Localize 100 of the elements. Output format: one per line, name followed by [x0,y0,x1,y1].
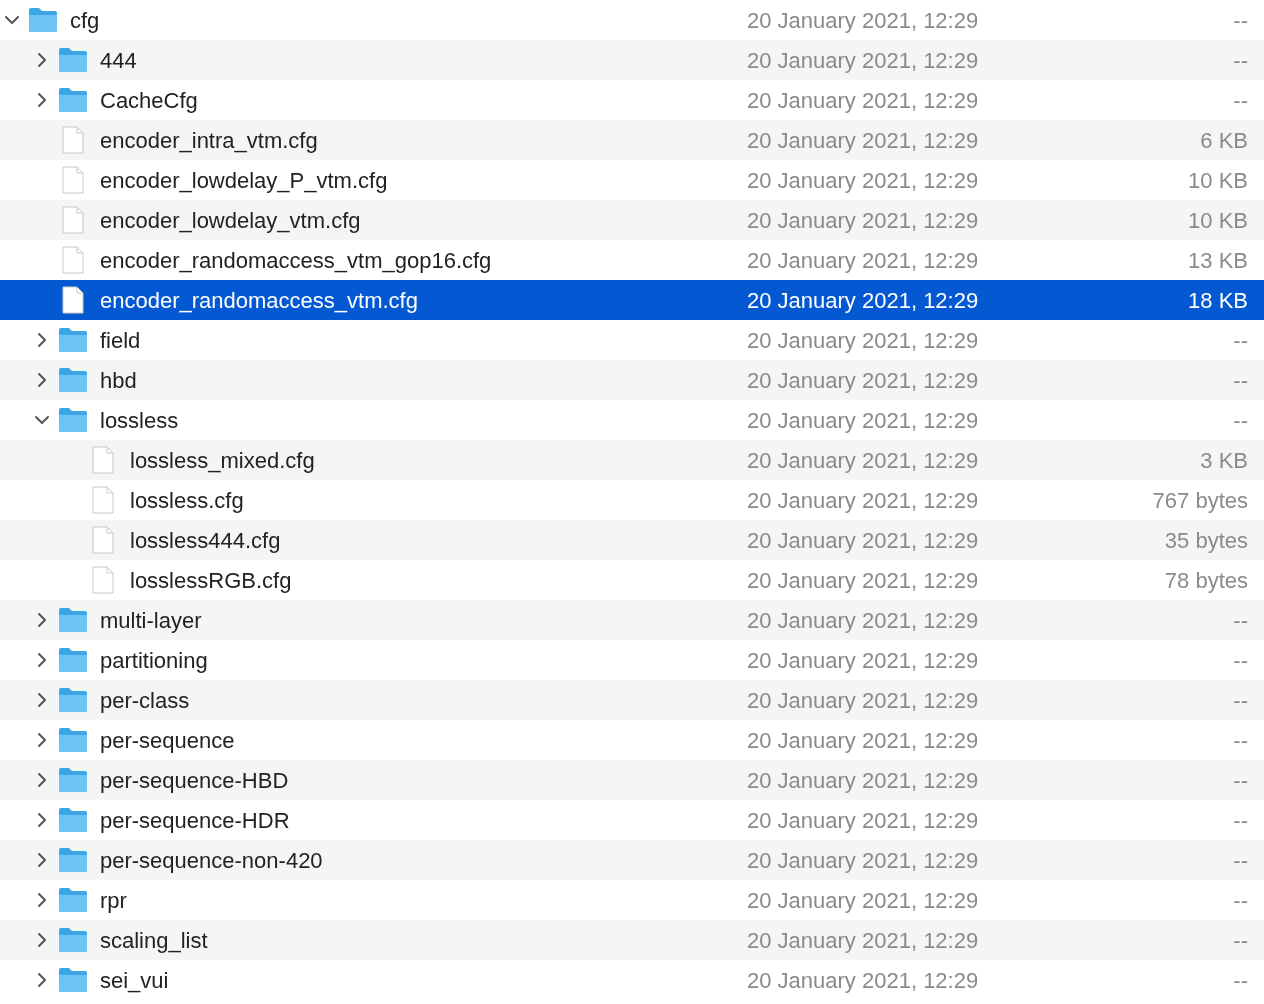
file-row[interactable]: lossless_mixed.cfg 20 January 2021, 12:29 3 KB [0,440,1264,480]
file-row[interactable]: cfg 20 January 2021, 12:29 -- [0,0,1264,40]
file-size: 13 KB [1187,246,1249,275]
folder-icon [58,47,88,73]
file-row[interactable]: encoder_lowdelay_P_vtm.cfg 20 January 2021, 12:29 10 KB [0,160,1264,200]
file-row[interactable]: CacheCfg 20 January 2021, 12:29 -- [0,80,1264,120]
file-size: 767 bytes [1151,486,1249,515]
file-name: losslessRGB.cfg [130,566,292,595]
folder-icon [58,367,88,393]
date-modified: 20 January 2021, 12:29 [747,926,980,955]
file-name: encoder_lowdelay_vtm.cfg [100,206,361,235]
date-modified: 20 January 2021, 12:29 [747,566,980,595]
document-icon [62,166,84,194]
file-row[interactable]: per-sequence-HDR 20 January 2021, 12:29 -- [0,800,1264,840]
folder-icon [58,767,88,793]
folder-icon [58,647,88,673]
folder-icon [58,927,88,953]
file-size: -- [1232,406,1249,435]
file-row[interactable]: losslessRGB.cfg 20 January 2021, 12:29 78 bytes [0,560,1264,600]
folder-icon [58,807,88,833]
file-size: -- [1232,686,1249,715]
file-name: scaling_list [100,926,208,955]
file-size: 35 bytes [1163,526,1249,555]
date-modified: 20 January 2021, 12:29 [747,486,980,515]
file-size: 3 KB [1199,446,1249,475]
date-modified: 20 January 2021, 12:29 [747,886,980,915]
file-name: lossless_mixed.cfg [130,446,315,475]
folder-icon [58,847,88,873]
file-row[interactable]: hbd 20 January 2021, 12:29 -- [0,360,1264,400]
folder-icon [58,607,88,633]
file-size: -- [1232,646,1249,675]
file-size: -- [1232,46,1249,75]
date-modified: 20 January 2021, 12:29 [747,406,980,435]
file-row[interactable]: partitioning 20 January 2021, 12:29 -- [0,640,1264,680]
file-row[interactable]: 444 20 January 2021, 12:29 -- [0,40,1264,80]
file-name: per-sequence-non-420 [100,846,323,875]
date-modified: 20 January 2021, 12:29 [747,726,980,755]
date-modified: 20 January 2021, 12:29 [747,446,980,475]
file-name: cfg [70,6,100,35]
date-modified: 20 January 2021, 12:29 [747,166,980,195]
file-size: -- [1232,886,1249,915]
file-name: lossless [100,406,179,435]
date-modified: 20 January 2021, 12:29 [747,6,980,35]
file-size: 18 KB [1187,286,1249,315]
file-size: -- [1232,926,1249,955]
file-row[interactable]: encoder_lowdelay_vtm.cfg 20 January 2021, 12:29 10 KB [0,200,1264,240]
file-size: -- [1232,846,1249,875]
document-icon [62,126,84,154]
document-icon [62,246,84,274]
file-name: encoder_randomaccess_vtm.cfg [100,286,418,315]
date-modified: 20 January 2021, 12:29 [747,766,980,795]
date-modified: 20 January 2021, 12:29 [747,966,980,995]
file-row[interactable]: per-sequence-HBD 20 January 2021, 12:29 -- [0,760,1264,800]
file-name: per-sequence [100,726,235,755]
date-modified: 20 January 2021, 12:29 [747,366,980,395]
date-modified: 20 January 2021, 12:29 [747,646,980,675]
file-row[interactable]: encoder_randomaccess_vtm_gop16.cfg 20 January 2021, 12:29 13 KB [0,240,1264,280]
document-icon [62,286,84,314]
folder-icon [58,967,88,993]
file-size: -- [1232,366,1249,395]
file-size: -- [1232,806,1249,835]
document-icon [92,446,114,474]
date-modified: 20 January 2021, 12:29 [747,86,980,115]
file-row[interactable]: encoder_randomaccess_vtm.cfg 20 January 2021, 12:29 18 KB [0,280,1264,320]
folder-icon [58,407,88,433]
folder-icon [58,687,88,713]
date-modified: 20 January 2021, 12:29 [747,286,980,315]
file-name: field [100,326,141,355]
file-row[interactable]: per-sequence-non-420 20 January 2021, 12:29 -- [0,840,1264,880]
date-modified: 20 January 2021, 12:29 [747,846,980,875]
document-icon [92,566,114,594]
folder-icon [28,7,58,33]
folder-icon [58,887,88,913]
file-row[interactable]: sei_vui 20 January 2021, 12:29 -- [0,960,1264,1000]
file-size: 6 KB [1199,126,1249,155]
file-size: -- [1232,86,1249,115]
document-icon [92,526,114,554]
file-row[interactable]: lossless.cfg 20 January 2021, 12:29 767 bytes [0,480,1264,520]
file-name: CacheCfg [100,86,198,115]
file-size: 10 KB [1187,206,1249,235]
file-size: 10 KB [1187,166,1249,195]
file-name: sei_vui [100,966,169,995]
folder-icon [58,87,88,113]
file-row[interactable]: scaling_list 20 January 2021, 12:29 -- [0,920,1264,960]
date-modified: 20 January 2021, 12:29 [747,326,980,355]
file-row[interactable]: field 20 January 2021, 12:29 -- [0,320,1264,360]
file-row[interactable]: per-class 20 January 2021, 12:29 -- [0,680,1264,720]
file-size: -- [1232,726,1249,755]
date-modified: 20 January 2021, 12:29 [747,606,980,635]
file-row[interactable]: lossless 20 January 2021, 12:29 -- [0,400,1264,440]
file-name: hbd [100,366,137,395]
file-row[interactable]: rpr 20 January 2021, 12:29 -- [0,880,1264,920]
file-row[interactable]: per-sequence 20 January 2021, 12:29 -- [0,720,1264,760]
folder-icon [58,327,88,353]
file-size: -- [1232,766,1249,795]
file-name: encoder_lowdelay_P_vtm.cfg [100,166,388,195]
file-name: encoder_intra_vtm.cfg [100,126,318,155]
file-row[interactable]: encoder_intra_vtm.cfg 20 January 2021, 12:29 6 KB [0,120,1264,160]
file-row[interactable]: multi-layer 20 January 2021, 12:29 -- [0,600,1264,640]
file-row[interactable]: lossless444.cfg 20 January 2021, 12:29 35 bytes [0,520,1264,560]
